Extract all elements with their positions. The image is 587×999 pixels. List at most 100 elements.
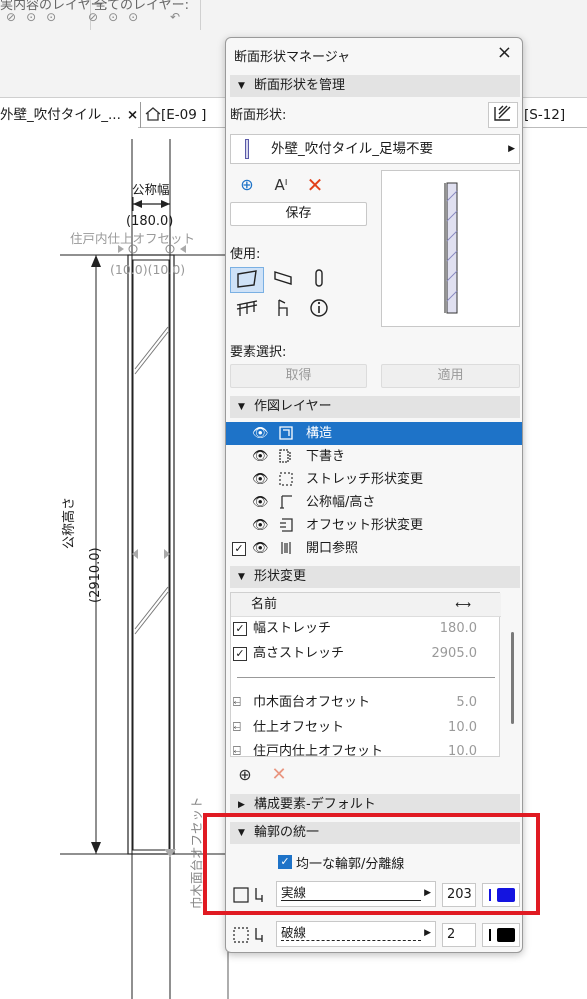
remove-modifier-icon[interactable]: ✕: [268, 764, 290, 786]
separator-line-type-select[interactable]: 破線 ▶: [276, 921, 436, 947]
table-row[interactable]: ✓ 高さストレッチ 2905.0: [231, 642, 501, 666]
table-scrollbar[interactable]: [511, 632, 514, 724]
eye-hidden-icon[interactable]: ⊘: [88, 10, 108, 24]
nominal-height-value: (2910.0): [88, 547, 103, 603]
info-icon: [310, 299, 328, 317]
eye-icon[interactable]: 👁: [252, 422, 272, 445]
finish-offset-label: 住戸内仕上オフセット: [70, 231, 196, 246]
offset-row-icon: ⍇: [233, 720, 241, 735]
layer-name: 下書き: [306, 449, 346, 464]
get-button[interactable]: 取得: [230, 364, 367, 388]
row-name: 高さストレッチ: [253, 646, 345, 661]
section-title: 形状変更: [254, 569, 307, 584]
tab-s12[interactable]: [S-12]: [522, 102, 587, 128]
object-icon: [278, 299, 288, 316]
column-name-header: 名前: [251, 597, 278, 612]
save-button[interactable]: 保存: [230, 202, 367, 226]
row-checkbox[interactable]: ✓: [233, 647, 247, 661]
separator-pen-number[interactable]: 2: [442, 923, 476, 947]
eye-icon[interactable]: 👁: [252, 491, 272, 514]
usage-label: 使用:: [230, 247, 261, 262]
lock-icon[interactable]: ⊙: [26, 10, 46, 24]
collapse-triangle-icon: ▼: [238, 402, 245, 412]
table-row[interactable]: ⍇ 仕上オフセット 10.0: [231, 716, 501, 740]
info-button[interactable]: [302, 297, 336, 323]
nominal-width-label: 公称幅: [132, 182, 170, 197]
layer-row-nominal[interactable]: 👁 公称幅/高さ: [226, 491, 522, 514]
eye-icon[interactable]: 👁: [252, 468, 272, 491]
tab-close-icon[interactable]: ×: [127, 107, 138, 123]
row-name: 幅ストレッチ: [253, 621, 332, 636]
row-name: 仕上オフセット: [253, 720, 345, 735]
profile-type-icon: [494, 105, 511, 121]
profile-preview: [381, 170, 520, 327]
apply-button[interactable]: 適用: [381, 364, 520, 388]
lock-icon[interactable]: ⊙: [128, 10, 148, 24]
rename-icon[interactable]: Aᴵ: [270, 174, 292, 196]
chevron-right-icon: ▶: [508, 144, 515, 154]
usage-object-button[interactable]: [266, 297, 300, 323]
railing-icon: [236, 300, 258, 316]
table-row[interactable]: ⍇ 住戸内仕上オフセット 10.0: [231, 740, 501, 764]
table-header: 名前 ⟷: [231, 593, 501, 617]
lock-icon[interactable]: ⊙: [108, 10, 128, 24]
usage-railing-button[interactable]: [230, 297, 264, 323]
line-type-label: 破線: [281, 925, 307, 940]
usage-wall-button[interactable]: [230, 267, 264, 293]
section-manage-profile[interactable]: ▼ 断面形状を管理: [230, 75, 520, 97]
table-divider: [237, 677, 495, 678]
table-row[interactable]: ✓ 幅ストレッチ 180.0: [231, 617, 501, 641]
layer-row-draft[interactable]: 👁 下書き: [226, 445, 522, 468]
tab-label: [S-12]: [524, 107, 566, 123]
table-row[interactable]: ⍇ 巾木面台オフセット 5.0: [231, 691, 501, 715]
draft-icon: [279, 449, 291, 463]
layer-row-stretch[interactable]: 👁 ストレッチ形状変更: [226, 468, 522, 491]
collapse-triangle-icon: ▼: [238, 572, 245, 582]
column-icon: [315, 269, 323, 287]
toolbar-icons[interactable]: ⊘⊙⊙ ⊘⊙⊙ ↶: [6, 10, 190, 24]
add-profile-icon[interactable]: ⊕: [236, 174, 258, 196]
eye-hidden-icon[interactable]: ⊘: [6, 10, 26, 24]
row-value: 180.0: [439, 621, 477, 636]
profile-selector[interactable]: 外壁_吹付タイル_足場不要 ▶: [230, 134, 520, 164]
tab-e09[interactable]: [E-09 ]: [140, 102, 225, 128]
profile-swatch: [245, 139, 249, 159]
eye-icon[interactable]: 👁: [252, 445, 272, 468]
usage-beam-button[interactable]: [266, 267, 300, 293]
eye-icon[interactable]: 👁: [252, 537, 272, 560]
undo-icon[interactable]: ↶: [170, 10, 190, 24]
row-value: 5.0: [456, 695, 477, 710]
section-title: 構成要素-デフォルト: [254, 797, 376, 812]
add-modifier-icon[interactable]: ⊕: [234, 764, 256, 786]
structure-icon: [279, 426, 293, 440]
chevron-right-icon: ▶: [424, 928, 431, 938]
row-checkbox[interactable]: ✓: [233, 622, 247, 636]
dashed-line-sample: [281, 940, 421, 941]
usage-column-button[interactable]: [302, 267, 336, 293]
delete-icon[interactable]: ✕: [304, 174, 326, 196]
highlight-box: [203, 813, 540, 915]
section-drawing-layers[interactable]: ▼ 作図レイヤー: [230, 396, 520, 418]
panel-title: 断面形状マネージャ: [234, 50, 351, 65]
layer-row-structure[interactable]: 👁 構造: [226, 422, 522, 445]
nominal-width-value: (180.0): [126, 214, 174, 229]
layer-row-opening[interactable]: ✓ 👁 開口参照: [226, 537, 522, 560]
element-select-label: 要素選択:: [230, 345, 287, 360]
layer-checkbox[interactable]: ✓: [232, 542, 246, 556]
layer-name: 公称幅/高さ: [306, 495, 376, 510]
section-title: 断面形状を管理: [254, 78, 346, 93]
profile-type-button[interactable]: [488, 102, 518, 128]
layer-name: オフセット形状変更: [306, 518, 424, 533]
nominal-size-icon: [280, 495, 292, 509]
nominal-height-text: 公称高さ: [62, 496, 77, 549]
eye-icon[interactable]: 👁: [252, 514, 272, 537]
lock-icon[interactable]: ⊙: [46, 10, 66, 24]
panel-close-button[interactable]: ×: [497, 42, 512, 63]
toolbar-separator: [200, 0, 201, 30]
layer-row-offset[interactable]: 👁 オフセット形状変更: [226, 514, 522, 537]
separator-pen-color[interactable]: [482, 923, 520, 947]
tab-profile[interactable]: 外壁_吹付タイル_... ×: [0, 102, 138, 128]
section-shape-modify[interactable]: ▼ 形状変更: [230, 566, 520, 588]
offset-values: (10.0)(10.0): [110, 262, 186, 277]
pen-weight-mark: [489, 929, 491, 941]
